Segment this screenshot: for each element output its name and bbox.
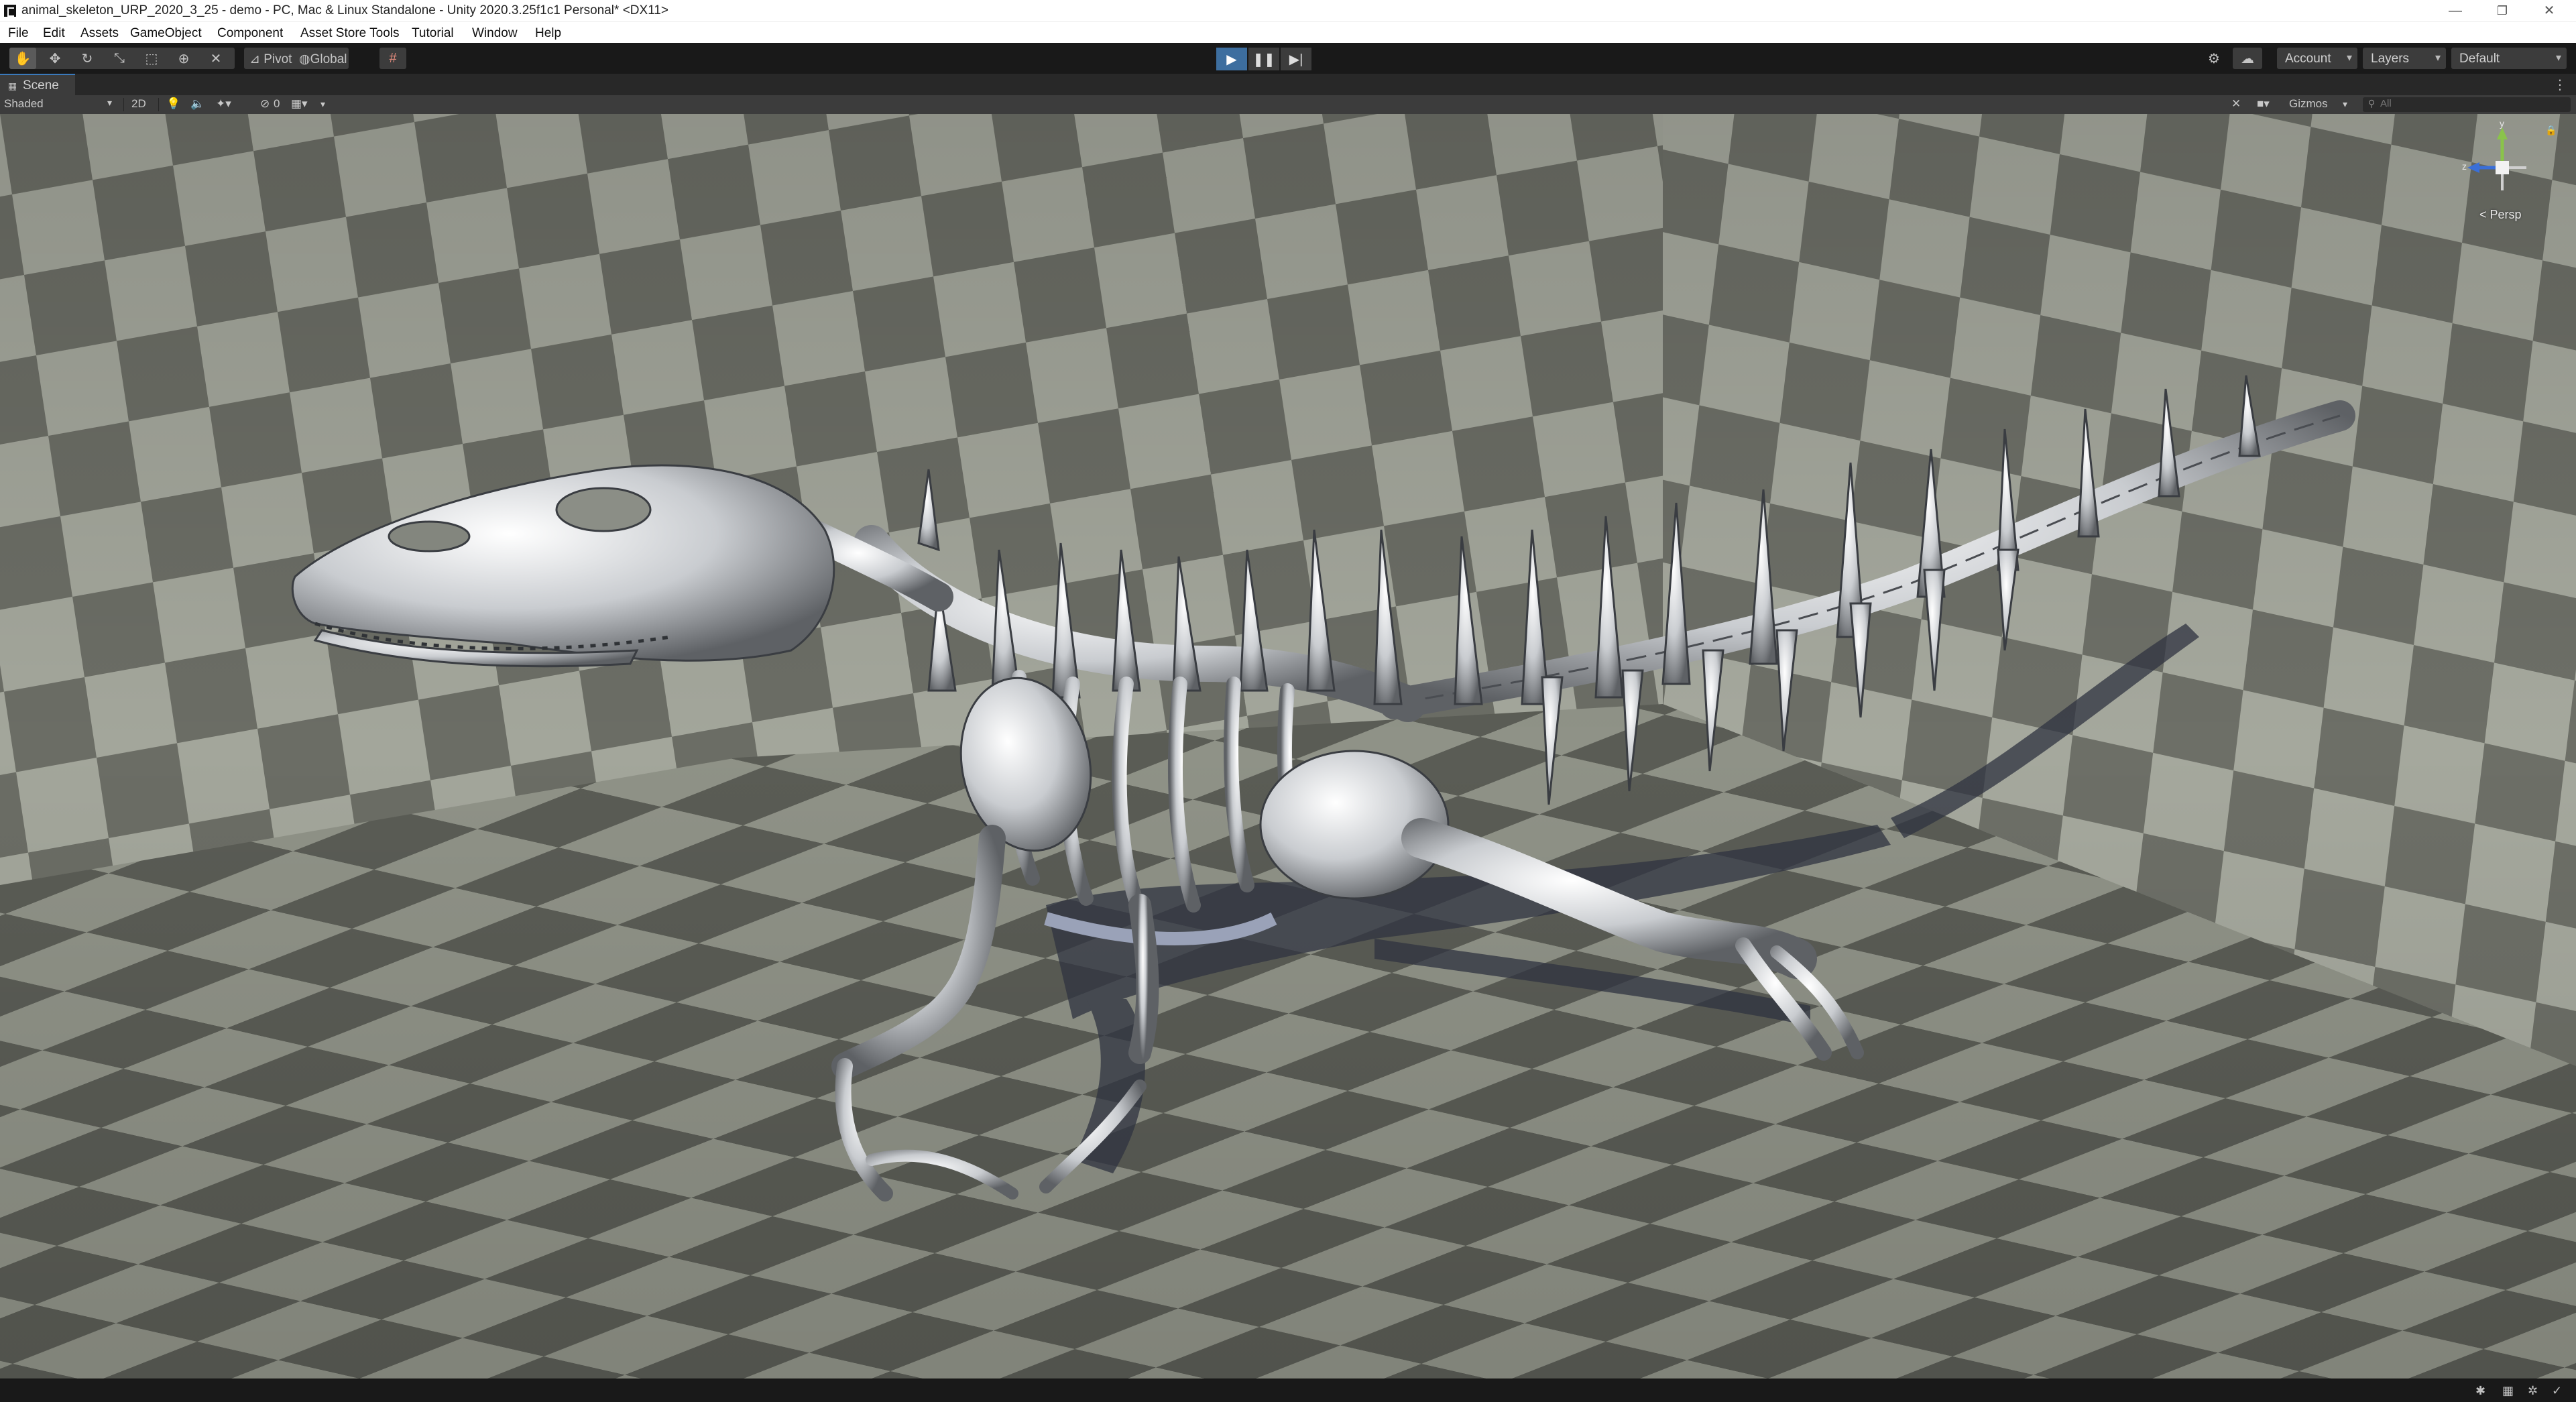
chevron-down-icon: ▾ — [2555, 52, 2561, 64]
chevron-down-icon: ▾ — [107, 97, 113, 108]
axis-gizmo-icon — [2467, 127, 2526, 190]
tab-scene-label: Scene — [23, 78, 59, 93]
grid-snap-button[interactable]: # — [379, 48, 406, 69]
scene-view-toolbar: Shaded ▾ 2D 💡 🔈 ✦▾ ⊘ 0 ▦▾ ▾ ✕ ■▾ Gizmos … — [0, 95, 2576, 115]
chevron-down-icon: ▾ — [2435, 52, 2441, 64]
pause-button[interactable]: ❚❚ — [1248, 48, 1279, 70]
gizmos-dropdown[interactable]: Gizmos — [2289, 97, 2328, 111]
pivot-icon: ⊿ — [249, 52, 260, 66]
hand-tool-icon[interactable]: ✋ — [9, 48, 36, 69]
tab-scene[interactable]: ▦ Scene — [0, 74, 75, 95]
pivot-label: Pivot — [264, 52, 292, 66]
account-dropdown[interactable]: Account ▾ — [2277, 48, 2357, 69]
account-label: Account — [2285, 52, 2331, 66]
pivot-global-toggles: ⊿ Pivot ◍Global — [244, 48, 349, 69]
check-icon[interactable]: ✓ — [2552, 1384, 2562, 1398]
scene-viewport[interactable]: y z 🔒 < Persp — [0, 114, 2576, 1379]
chevron-down-icon: ▾ — [2346, 52, 2352, 64]
pivot-toggle[interactable]: ⊿ Pivot — [249, 52, 292, 67]
bug-icon[interactable]: ✱ — [2475, 1384, 2485, 1398]
menu-gameobject[interactable]: GameObject — [130, 26, 202, 41]
scene-tab-bar: ▦ Scene ⋮ — [0, 74, 2576, 95]
transform-tools: ✋ ✥ ↻ ⤡ ⬚ ⊕ ✕ — [9, 48, 235, 69]
search-icon: ⚲ — [2368, 98, 2376, 109]
effects-toggle-icon[interactable]: ✦▾ — [216, 97, 231, 111]
lighting-toggle-icon[interactable]: 💡 — [166, 97, 180, 111]
search-placeholder: All — [2380, 98, 2392, 109]
chevron-down-icon[interactable]: ▾ — [320, 99, 325, 110]
step-button[interactable]: ▶| — [1281, 48, 1311, 70]
close-button[interactable]: ✕ — [2529, 0, 2569, 21]
progress-icon[interactable]: ▦ — [2502, 1384, 2514, 1398]
shading-mode-label: Shaded — [4, 97, 44, 110]
camera-icon[interactable]: ■▾ — [2257, 97, 2270, 111]
grid-snap-icon: # — [389, 50, 397, 66]
global-toggle[interactable]: ◍Global — [299, 52, 347, 67]
menu-bar: File Edit Assets GameObject Component As… — [0, 21, 2576, 44]
global-label: Global — [310, 52, 347, 66]
menu-tutorial[interactable]: Tutorial — [412, 26, 454, 41]
layers-dropdown[interactable]: Layers ▾ — [2363, 48, 2446, 69]
lock-icon[interactable]: 🔒 — [2545, 125, 2557, 136]
layout-dropdown[interactable]: Default ▾ — [2451, 48, 2567, 69]
hidden-objects-count: 0 — [274, 97, 280, 110]
scene-render — [0, 114, 2576, 1379]
menu-help[interactable]: Help — [535, 26, 561, 41]
grid-toggle-icon[interactable]: ▦▾ — [291, 97, 308, 111]
menu-component[interactable]: Component — [217, 26, 283, 41]
gizmo-z-label: z — [2462, 161, 2467, 172]
menu-asset-store-tools[interactable]: Asset Store Tools — [300, 26, 400, 41]
audio-toggle-icon[interactable]: 🔈 — [190, 97, 204, 111]
debug-mode-icon[interactable]: ✲ — [2528, 1384, 2538, 1398]
menu-window[interactable]: Window — [472, 26, 518, 41]
play-button[interactable]: ▶ — [1216, 48, 1247, 70]
divider — [123, 98, 124, 111]
tools-icon[interactable]: ✕ — [2231, 97, 2241, 111]
status-bar: ✱ ▦ ✲ ✓ — [0, 1379, 2576, 1402]
divider — [158, 98, 159, 111]
menu-edit[interactable]: Edit — [43, 26, 65, 41]
main-toolbar: ✋ ✥ ↻ ⤡ ⬚ ⊕ ✕ ⊿ Pivot ◍Global # ▶ ❚❚ ▶| … — [0, 43, 2576, 74]
collab-cloud-button[interactable]: ☁ — [2233, 48, 2262, 69]
hidden-objects-icon[interactable]: ⊘ — [260, 97, 270, 111]
minimize-button[interactable]: — — [2435, 0, 2475, 21]
projection-toggle[interactable]: < Persp — [2479, 208, 2522, 222]
rotate-tool-icon[interactable]: ↻ — [74, 48, 101, 69]
custom-tool-icon[interactable]: ✕ — [202, 48, 229, 69]
window-title-bar: animal_skeleton_URP_2020_3_25 - demo - P… — [0, 0, 2576, 21]
restore-button[interactable]: ❐ — [2482, 0, 2522, 21]
orientation-gizmo[interactable]: y z 🔒 < Persp — [2462, 118, 2557, 235]
shading-mode-dropdown[interactable]: Shaded ▾ — [3, 97, 118, 113]
window-title: animal_skeleton_URP_2020_3_25 - demo - P… — [21, 3, 669, 17]
layout-label: Default — [2459, 52, 2500, 66]
gizmo-y-label: y — [2500, 118, 2504, 129]
scene-search-input[interactable]: ⚲ All — [2363, 97, 2571, 112]
transform-tool-icon[interactable]: ⊕ — [170, 48, 197, 69]
menu-file[interactable]: File — [8, 26, 29, 41]
more-options-icon[interactable]: ⋮ — [2553, 76, 2567, 93]
2d-toggle[interactable]: 2D — [131, 97, 146, 111]
layers-label: Layers — [2371, 52, 2410, 66]
services-icon[interactable]: ⚙ — [2201, 48, 2227, 69]
rect-tool-icon[interactable]: ⬚ — [138, 48, 165, 69]
move-tool-icon[interactable]: ✥ — [42, 48, 68, 69]
scene-icon: ▦ — [8, 80, 17, 91]
chevron-down-icon[interactable]: ▾ — [2343, 99, 2347, 110]
unity-logo-icon — [4, 5, 16, 17]
global-icon: ◍ — [299, 52, 310, 66]
scale-tool-icon[interactable]: ⤡ — [106, 48, 133, 69]
menu-assets[interactable]: Assets — [80, 26, 119, 41]
cloud-icon: ☁ — [2241, 51, 2254, 66]
